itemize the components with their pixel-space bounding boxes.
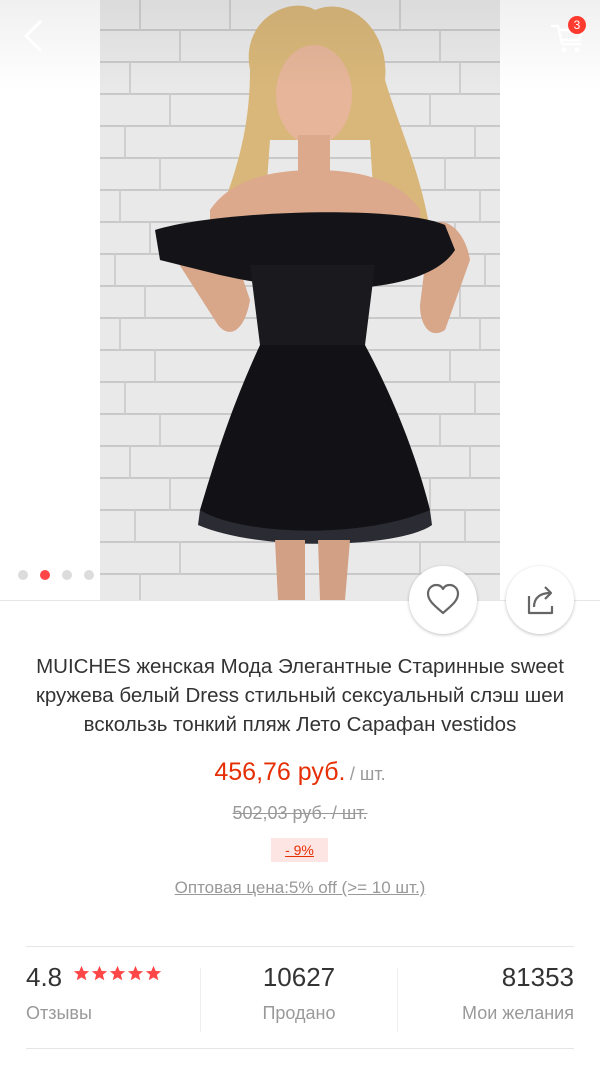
star-icon (73, 965, 89, 981)
product-gallery[interactable]: 3 (0, 0, 600, 600)
product-stats: 4.8 Отзывы 10627 Продано 81353 Мои желан… (0, 962, 600, 1038)
share-button[interactable] (506, 566, 574, 634)
reviews-label: Отзывы (26, 1003, 92, 1023)
original-price: 502,03 руб. / шт. (232, 803, 368, 823)
discount-badge: - 9% (271, 838, 328, 862)
back-arrow-icon (24, 20, 42, 52)
star-icon (145, 965, 161, 981)
current-price: 456,76 руб. (214, 758, 346, 786)
dress-model-image (100, 0, 500, 600)
heart-icon (426, 583, 460, 615)
wishlist-count: 81353 (501, 962, 574, 992)
sold-label: Продано (262, 1003, 336, 1023)
wishlist-label: Мои желания (462, 1003, 574, 1023)
share-icon (527, 586, 554, 615)
wholesale-price-link[interactable]: Оптовая цена:5% off (>= 10 шт.) (0, 878, 600, 898)
cart-count-badge: 3 (568, 16, 586, 34)
reviews-stat[interactable]: 4.8 Отзывы (26, 962, 200, 1038)
divider (26, 1048, 574, 1049)
gallery-dot[interactable] (62, 570, 72, 580)
product-title: MUICHES женская Мода Элегантные Старинны… (35, 655, 565, 736)
sold-count: 10627 (262, 962, 336, 992)
gallery-dot[interactable] (84, 570, 94, 580)
product-photo[interactable] (100, 0, 500, 600)
rating-stars (73, 965, 162, 982)
star-icon (109, 965, 125, 981)
back-button[interactable] (14, 16, 54, 56)
star-icon (127, 965, 143, 981)
wishlist-stat[interactable]: 81353 Мои желания (398, 962, 574, 1038)
gallery-dot[interactable] (18, 570, 28, 580)
wishlist-button[interactable] (409, 566, 477, 634)
gallery-dot-active[interactable] (40, 570, 50, 580)
divider (26, 946, 574, 947)
cart-button[interactable]: 3 (546, 14, 590, 58)
price-unit: / шт. (349, 764, 386, 784)
gallery-pagination (18, 570, 94, 580)
sold-stat: 10627 Продано (200, 962, 398, 1038)
rating-value: 4.8 (26, 962, 63, 992)
top-gradient (0, 0, 600, 90)
star-icon (91, 965, 107, 981)
price-block: 456,76 руб. / шт. (0, 758, 600, 787)
